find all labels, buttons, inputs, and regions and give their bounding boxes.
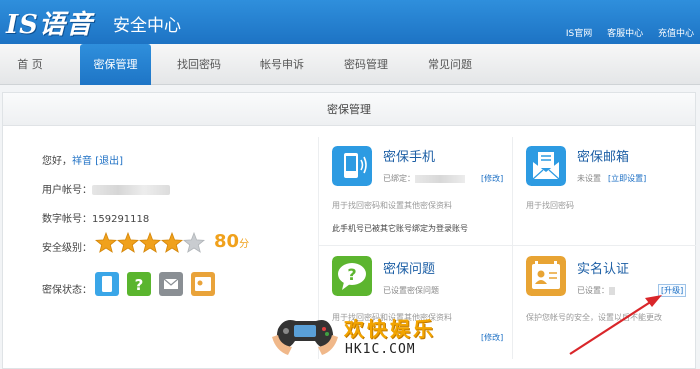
security-level-label: 安全级别：: [42, 243, 92, 254]
star-empty-icon: [182, 232, 205, 253]
email-card-title: 密保邮箱: [577, 150, 630, 165]
star-filled-icon: [95, 232, 118, 253]
phone-card-title: 密保手机: [383, 150, 436, 165]
email-card-desc: 用于找回密码: [526, 201, 574, 210]
phone-modify-link[interactable]: [修改]: [481, 173, 503, 184]
phone-card-status-text: 已绑定：: [383, 174, 415, 183]
phone-card-note: 此手机号已被其它账号绑定为登录账号: [332, 224, 468, 233]
site-title: 安全中心: [113, 16, 181, 36]
number-account-value: 159291118: [92, 214, 150, 225]
user-account-label: 用户帐号：: [42, 185, 92, 196]
watermark-title: 欢快娱乐: [344, 317, 436, 341]
link-support-center[interactable]: 客服中心: [607, 29, 643, 39]
security-status-icons: ?: [95, 272, 215, 296]
user-account-value-redacted: [92, 185, 170, 195]
main-nav: 首 页 密保管理 找回密码 帐号申诉 密码管理 常见问题: [0, 44, 700, 85]
tab-recover-password[interactable]: 找回密码: [163, 44, 235, 85]
star-filled-icon: [116, 232, 140, 253]
gamepad-hands-watermark: [272, 320, 338, 355]
phone-card-status: 已绑定：: [383, 173, 465, 184]
link-recharge-center[interactable]: 充值中心: [658, 29, 694, 39]
tab-home[interactable]: 首 页: [0, 44, 60, 85]
email-setup-link[interactable]: [立即设置]: [608, 173, 646, 184]
user-account-line: 用户帐号：: [42, 181, 170, 196]
username-link[interactable]: 祥音: [72, 156, 92, 167]
question-card-title: 密保问题: [383, 262, 436, 277]
security-level-stars: [95, 232, 205, 253]
email-icon: [526, 146, 566, 186]
phone-icon: [332, 146, 372, 186]
svg-text:?: ?: [135, 276, 144, 294]
greeting-label: 您好，: [42, 156, 72, 167]
tab-password-management[interactable]: 密码管理: [330, 44, 402, 85]
grid-divider-row: [318, 245, 696, 246]
security-score: 80分: [214, 231, 249, 252]
greeting-line: 您好，祥音 [退出]: [42, 152, 123, 167]
header-bar: IS语音 安全中心 IS官网 客服中心 充值中心: [0, 0, 700, 44]
security-score-unit: 分: [239, 239, 250, 250]
phone-number-redacted: [415, 174, 465, 183]
email-card-status: 未设置: [577, 174, 601, 183]
star-filled-icon: [138, 232, 162, 253]
security-status-label: 密保状态：: [42, 285, 92, 296]
logout-link[interactable]: [退出]: [95, 156, 123, 167]
realname-upgrade-button[interactable]: [升级]: [658, 284, 687, 297]
realname-card-title: 实名认证: [577, 262, 630, 277]
tab-faq[interactable]: 常见问题: [414, 44, 486, 85]
security-score-value: 80: [214, 231, 240, 252]
number-account-line: 数字帐号：159291118: [42, 210, 149, 225]
tab-security-management[interactable]: 密保管理: [80, 44, 151, 85]
question-modify-link[interactable]: [修改]: [481, 332, 503, 343]
phone-card-desc: 用于找回密码和设置其他密保资料: [332, 201, 452, 210]
tab-account-appeal[interactable]: 帐号申诉: [246, 44, 318, 85]
grid-divider-middle: [512, 137, 513, 359]
svg-text:?: ?: [347, 265, 356, 284]
realname-card-status-text: 已设置：: [577, 286, 609, 295]
id-card-icon: [526, 256, 566, 296]
realname-card-status: 已设置：: [577, 285, 615, 296]
number-account-label: 数字帐号：: [42, 214, 92, 225]
question-icon: ?: [332, 256, 372, 296]
top-links: IS官网 客服中心 充值中心: [554, 26, 694, 39]
logo[interactable]: IS语音: [6, 4, 93, 41]
question-card-status: 已设置密保问题: [383, 286, 439, 295]
panel-title: 密保管理: [3, 93, 695, 126]
realname-value-redacted: [609, 286, 615, 295]
watermark-url: HK1C.COM: [345, 342, 416, 357]
star-filled-icon: [160, 232, 184, 253]
link-official-site[interactable]: IS官网: [566, 29, 592, 39]
realname-card-desc: 保护您帐号的安全，设置以后不能更改: [526, 313, 662, 322]
